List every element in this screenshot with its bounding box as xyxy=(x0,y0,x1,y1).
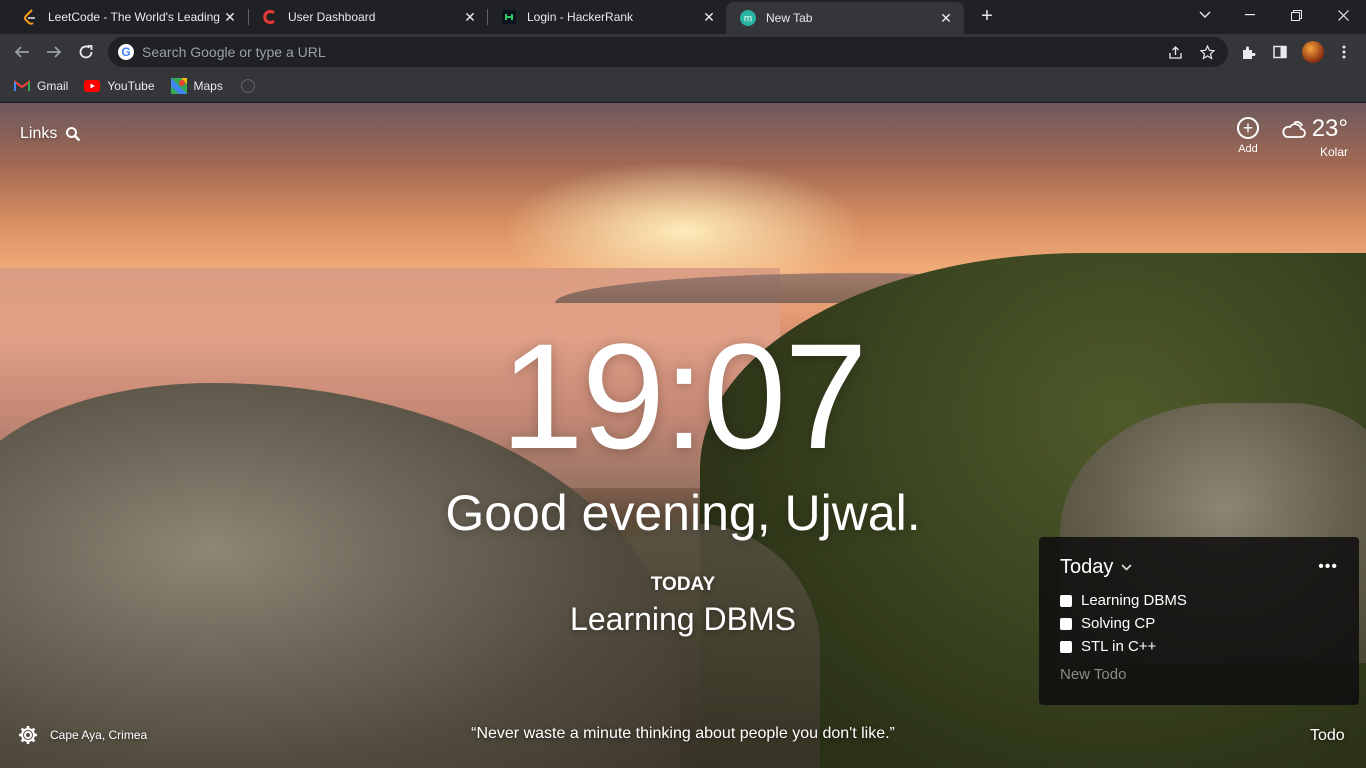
todo-item: Solving CP xyxy=(1060,612,1338,635)
address-input[interactable] xyxy=(142,44,1122,60)
profile-avatar[interactable] xyxy=(1302,41,1324,63)
todo-checkbox[interactable] xyxy=(1060,594,1072,607)
bookmark-gmail[interactable]: Gmail xyxy=(14,78,68,94)
hackerrank-icon xyxy=(501,9,517,25)
add-button[interactable]: + Add xyxy=(1236,117,1260,155)
reload-button[interactable] xyxy=(74,40,98,64)
todo-item-text[interactable]: STL in C++ xyxy=(1081,638,1156,655)
omnibox[interactable]: G xyxy=(108,37,1228,67)
todo-list-name: Today xyxy=(1060,555,1114,578)
quote: “Never waste a minute thinking about peo… xyxy=(471,725,895,742)
tab-title: LeetCode - The World's Leading xyxy=(48,10,220,24)
tab-leetcode[interactable]: LeetCode - The World's Leading ✕ xyxy=(8,0,248,34)
tab-title: Login - HackerRank xyxy=(527,10,634,24)
weather-widget[interactable]: 23° Kolar xyxy=(1278,115,1348,159)
todo-checkbox[interactable] xyxy=(1060,640,1072,653)
tab-new-tab[interactable]: m New Tab ✕ xyxy=(726,2,964,34)
codechef-icon xyxy=(262,9,278,25)
links-label: Links xyxy=(20,125,58,142)
gmail-icon xyxy=(14,78,30,94)
todo-list: Learning DBMS Solving CP STL in C++ xyxy=(1060,589,1338,658)
share-icon[interactable] xyxy=(1166,43,1184,61)
plus-icon: + xyxy=(1237,117,1259,139)
weather-location: Kolar xyxy=(1319,145,1348,159)
clock: 19:07 xyxy=(500,312,867,480)
new-tab-button[interactable]: + xyxy=(976,6,998,28)
minimize-button[interactable] xyxy=(1227,0,1273,30)
google-icon: G xyxy=(118,44,134,60)
momentum-dashboard: Links + Add 23° Kolar 19:07 Good evening… xyxy=(0,103,1366,768)
todo-item: Learning DBMS xyxy=(1060,589,1338,612)
todo-panel: Today ••• Learning DBMS Solving CP STL i… xyxy=(1039,537,1359,705)
todo-item-text[interactable]: Solving CP xyxy=(1081,615,1155,632)
maps-icon xyxy=(170,77,187,94)
menu-kebab-icon[interactable] xyxy=(1334,42,1354,62)
close-tab-icon[interactable]: ✕ xyxy=(701,9,717,26)
side-panel-icon[interactable] xyxy=(1270,42,1290,62)
close-tab-icon[interactable]: ✕ xyxy=(222,9,238,26)
todo-item: STL in C++ xyxy=(1060,635,1338,658)
todo-button[interactable]: Todo xyxy=(1310,727,1345,745)
more-options-icon[interactable]: ••• xyxy=(1318,558,1338,576)
bookmark-label: Maps xyxy=(193,78,223,93)
momentum-icon: m xyxy=(740,10,756,26)
tab-title: New Tab xyxy=(766,11,813,25)
bookmark-star-icon[interactable] xyxy=(1198,43,1216,61)
bookmark-label: YouTube xyxy=(107,78,155,93)
close-window-button[interactable] xyxy=(1320,0,1366,30)
tab-search-chevron-icon[interactable] xyxy=(1182,0,1228,30)
new-todo-input[interactable] xyxy=(1060,666,1320,683)
greeting: Good evening, Ujwal. xyxy=(445,485,921,541)
links-button[interactable]: Links xyxy=(20,125,81,143)
todo-checkbox[interactable] xyxy=(1060,617,1072,630)
tab-user-dashboard[interactable]: User Dashboard ✕ xyxy=(248,0,488,34)
tab-strip: LeetCode - The World's Leading ✕ User Da… xyxy=(0,0,1366,34)
tab-title: User Dashboard xyxy=(288,10,376,24)
back-button[interactable] xyxy=(10,40,34,64)
forward-button[interactable] xyxy=(42,40,66,64)
todo-item-text[interactable]: Learning DBMS xyxy=(1081,592,1187,609)
bookmark-favicon-placeholder[interactable] xyxy=(240,78,255,93)
todo-list-selector[interactable]: Today xyxy=(1060,556,1132,579)
weather-temperature: 23° xyxy=(1311,115,1348,142)
search-icon[interactable] xyxy=(65,126,81,142)
add-label: Add xyxy=(1238,143,1258,155)
close-tab-icon[interactable]: ✕ xyxy=(462,9,478,26)
leetcode-icon xyxy=(22,9,38,25)
restore-button[interactable] xyxy=(1273,0,1319,30)
bookmark-maps[interactable]: Maps xyxy=(170,77,223,94)
chevron-down-icon xyxy=(1121,560,1132,574)
cloud-sun-icon xyxy=(1282,121,1306,138)
tab-hackerrank[interactable]: Login - HackerRank ✕ xyxy=(487,0,727,34)
bookmark-label: Gmail xyxy=(37,78,69,93)
youtube-icon xyxy=(84,78,101,94)
svg-text:m: m xyxy=(744,14,752,25)
extensions-icon[interactable] xyxy=(1238,42,1258,62)
close-tab-icon[interactable]: ✕ xyxy=(938,10,954,27)
bookmark-youtube[interactable]: YouTube xyxy=(84,78,155,94)
toolbar: G xyxy=(0,34,1366,70)
bookmarks-bar: Gmail YouTube Maps xyxy=(0,70,1366,102)
